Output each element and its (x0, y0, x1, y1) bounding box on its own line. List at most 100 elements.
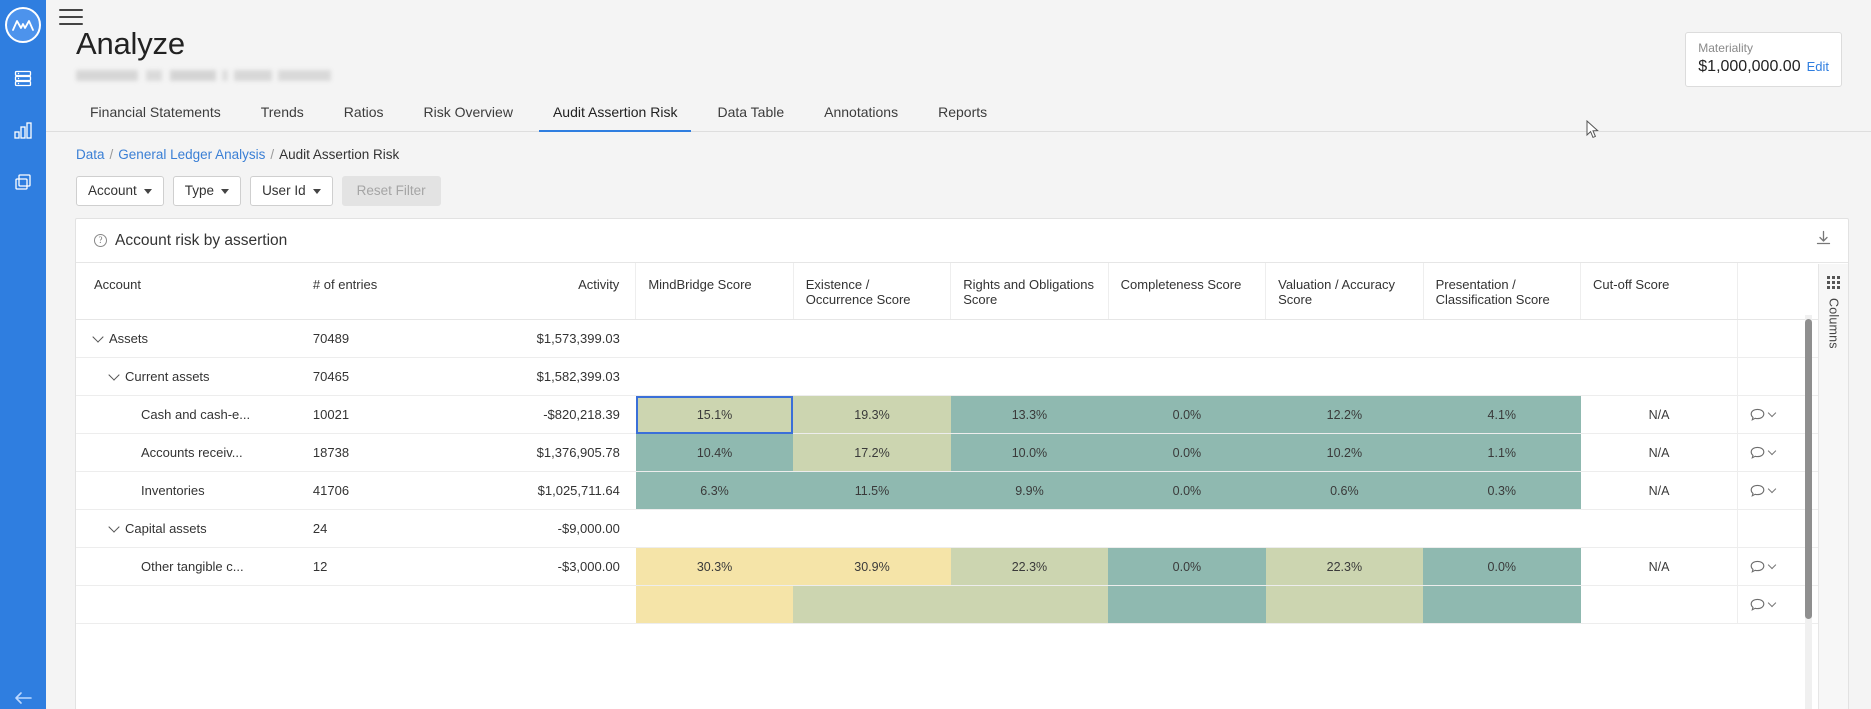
cell-score[interactable]: 30.9% (793, 547, 951, 586)
cell-score[interactable]: 0.0% (1108, 471, 1266, 510)
cell-score[interactable]: 0.0% (1108, 395, 1266, 434)
cell-account[interactable]: Accounts receiv... (76, 433, 301, 472)
tab-audit-assertion-risk[interactable]: Audit Assertion Risk (533, 98, 698, 132)
chevron-down-icon[interactable] (92, 330, 104, 343)
column-header-presentation-classification-score[interactable]: Presentation / Classification Score (1422, 263, 1581, 320)
cell-score[interactable]: 17.2% (793, 433, 951, 472)
comment-bubble-icon[interactable] (1750, 484, 1777, 498)
cell-score[interactable]: 30.3% (635, 547, 794, 586)
cell-score[interactable] (1108, 585, 1266, 624)
cell-score[interactable]: 13.3% (950, 395, 1109, 434)
breadcrumb-item-0[interactable]: Data (76, 147, 105, 162)
tab-financial-statements[interactable]: Financial Statements (76, 98, 241, 131)
cell-account[interactable]: Assets (76, 319, 301, 358)
column-header-completeness-score[interactable]: Completeness Score (1107, 263, 1266, 320)
tab-risk-overview[interactable]: Risk Overview (403, 98, 532, 131)
column-header-valuation-accuracy-score[interactable]: Valuation / Accuracy Score (1265, 263, 1424, 320)
cell-score[interactable] (1108, 319, 1266, 358)
filter-userid-dropdown[interactable]: User Id (250, 176, 333, 206)
back-arrow-icon[interactable] (0, 691, 46, 705)
cell-score[interactable] (635, 357, 794, 396)
tab-reports[interactable]: Reports (918, 98, 1007, 131)
table-row[interactable]: Inventories 41706 $1,025,711.64 6.3% 11.5% 9.… (76, 471, 1848, 510)
cell-score[interactable] (635, 509, 794, 548)
cell-score[interactable]: 11.5% (793, 471, 951, 510)
cell-score[interactable] (1265, 357, 1424, 396)
tab-annotations[interactable]: Annotations (804, 98, 918, 131)
database-icon[interactable] (6, 61, 40, 95)
comment-bubble-icon[interactable] (1750, 408, 1777, 422)
table-row[interactable] (76, 585, 1848, 624)
filter-account-dropdown[interactable]: Account (76, 176, 164, 206)
question-mark-icon[interactable]: ? (94, 234, 107, 247)
table-row[interactable]: Current assets 70465 $1,582,399.03 (76, 357, 1848, 396)
cell-score[interactable] (1423, 509, 1581, 548)
cell-score[interactable]: 0.3% (1423, 471, 1581, 510)
cell-score[interactable]: 6.3% (635, 471, 794, 510)
cell-score[interactable]: 22.3% (1265, 547, 1424, 586)
cell-account[interactable]: Cash and cash-e... (76, 395, 301, 434)
cell-score[interactable]: 22.3% (950, 547, 1109, 586)
comment-bubble-icon[interactable] (1750, 598, 1777, 612)
column-header-rights-and-obligations-score[interactable]: Rights and Obligations Score (950, 263, 1109, 320)
breadcrumb-item-1[interactable]: General Ledger Analysis (118, 147, 265, 162)
cell-score[interactable]: 0.0% (1423, 547, 1581, 586)
tab-ratios[interactable]: Ratios (324, 98, 404, 131)
cell-score[interactable]: 12.2% (1265, 395, 1424, 434)
cell-score[interactable] (793, 319, 951, 358)
chevron-down-icon[interactable] (108, 520, 120, 533)
cell-score[interactable]: 15.1% (635, 395, 794, 434)
copy-files-icon[interactable] (6, 165, 40, 199)
cell-account[interactable]: Capital assets (76, 509, 301, 548)
table-row[interactable]: Assets 70489 $1,573,399.03 (76, 319, 1848, 358)
chevron-down-icon[interactable] (108, 368, 120, 381)
cell-score[interactable]: 4.1% (1423, 395, 1581, 434)
reset-filter-button[interactable]: Reset Filter (341, 176, 441, 206)
table-row[interactable]: Other tangible c... 12 -$3,000.00 30.3% 30.9… (76, 547, 1848, 586)
tab-data-table[interactable]: Data Table (697, 98, 804, 131)
column-header-cut-off-score[interactable]: Cut-off Score (1580, 263, 1738, 320)
cell-score[interactable]: 10.4% (635, 433, 794, 472)
cell-score[interactable] (950, 319, 1109, 358)
materiality-edit-link[interactable]: Edit (1807, 59, 1829, 74)
table-row[interactable]: Accounts receiv... 18738 $1,376,905.78 10.4… (76, 433, 1848, 472)
vertical-scrollbar-thumb[interactable] (1805, 319, 1812, 619)
cell-score[interactable]: 9.9% (950, 471, 1109, 510)
table-scroll-region[interactable]: Account # of entries Activity MindBridge Sc… (76, 263, 1848, 709)
cell-account[interactable]: Inventories (76, 471, 301, 510)
column-header-account[interactable]: Account (76, 263, 301, 320)
mindbridge-logo-icon[interactable] (5, 7, 41, 43)
cell-score[interactable]: 19.3% (793, 395, 951, 434)
column-header-of-entries[interactable]: # of entries (300, 263, 509, 320)
cell-score[interactable] (635, 319, 794, 358)
cell-score[interactable] (1108, 509, 1266, 548)
cell-score[interactable] (1423, 357, 1581, 396)
table-row[interactable]: Capital assets 24 -$9,000.00 (76, 509, 1848, 548)
table-row[interactable]: Cash and cash-e... 10021 -$820,218.39 15.1%… (76, 395, 1848, 434)
comment-bubble-icon[interactable] (1750, 560, 1777, 574)
download-icon[interactable] (1815, 230, 1832, 252)
cell-score[interactable]: 0.0% (1108, 433, 1266, 472)
cell-score[interactable] (1265, 585, 1424, 624)
cell-score[interactable] (950, 585, 1109, 624)
cell-score[interactable] (950, 509, 1109, 548)
cell-score[interactable]: 0.6% (1265, 471, 1424, 510)
cell-score[interactable] (1265, 319, 1424, 358)
cell-score[interactable] (635, 585, 794, 624)
tab-trends[interactable]: Trends (241, 98, 324, 131)
cell-score[interactable]: 10.2% (1265, 433, 1424, 472)
cell-score[interactable]: 0.0% (1108, 547, 1266, 586)
comment-bubble-icon[interactable] (1750, 446, 1777, 460)
cell-score[interactable] (1423, 319, 1581, 358)
cell-score[interactable] (1423, 585, 1581, 624)
cell-account[interactable]: Current assets (76, 357, 301, 396)
cell-score[interactable] (793, 357, 951, 396)
cell-score[interactable] (1265, 509, 1424, 548)
cell-account[interactable]: Other tangible c... (76, 547, 301, 586)
cell-score[interactable] (950, 357, 1109, 396)
cell-score[interactable] (1108, 357, 1266, 396)
cell-score[interactable] (793, 585, 951, 624)
column-header-activity[interactable]: Activity (508, 263, 636, 320)
cell-account[interactable] (76, 585, 301, 624)
column-header-existence-occurrence-score[interactable]: Existence / Occurrence Score (792, 263, 951, 320)
